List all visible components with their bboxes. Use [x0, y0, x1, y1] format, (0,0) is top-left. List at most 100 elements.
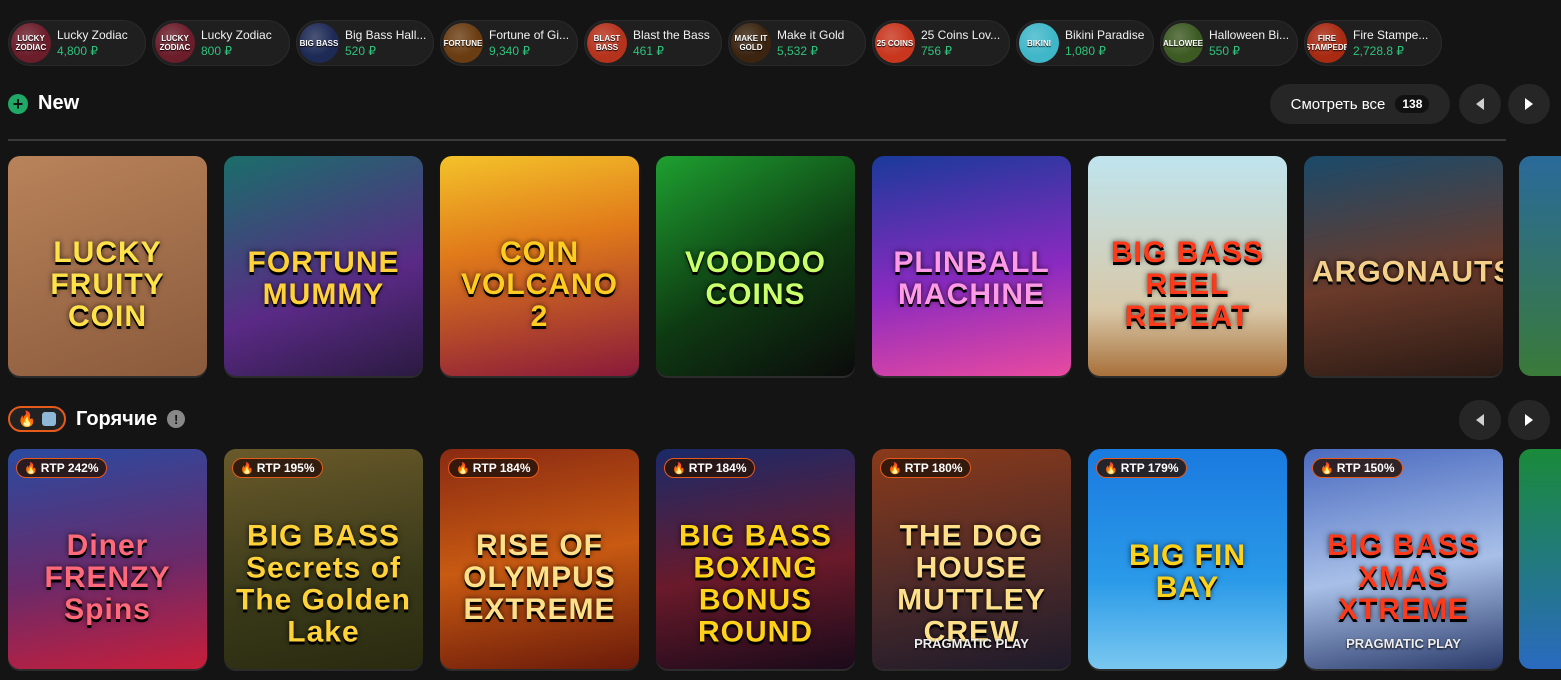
- game-art-title: COIN VOLCANO 2: [461, 236, 618, 334]
- game-card[interactable]: BIG BASS XMAS XTREME 🔥 RTP 150% PRAGMATIC P…: [1304, 449, 1503, 669]
- ticker-win-amount: 520 ₽: [345, 44, 376, 58]
- game-art-title: THE DOG HOUSE MUTTLEY CREW: [897, 519, 1046, 649]
- ticker-item[interactable]: MAKE IT GOLD Make it Gold 5,532 ₽: [728, 20, 866, 66]
- game-card[interactable]: BIG BASS Secrets of The Golden Lake 🔥 RTP …: [224, 449, 423, 669]
- new-next-button[interactable]: [1508, 84, 1550, 124]
- plus-circle-icon: +: [8, 93, 28, 114]
- game-card[interactable]: BIG BASS BOXING BONUS ROUND 🔥 RTP 184%: [656, 449, 855, 669]
- chevron-left-icon: [1476, 414, 1484, 426]
- new-prev-button[interactable]: [1459, 84, 1501, 124]
- ticker-game-name: Lucky Zodiac: [201, 28, 272, 42]
- new-section-header: + New: [8, 92, 79, 115]
- game-art-title: BIG BASS BOXING BONUS ROUND: [678, 519, 833, 649]
- ticker-game-name: 25 Coins Lov...: [921, 28, 1001, 42]
- ticker-item[interactable]: BLAST BASS Blast the Bass 461 ₽: [584, 20, 722, 66]
- game-art-title: LUCKY FRUITY COIN: [50, 236, 165, 334]
- ticker-item[interactable]: BIKINI Bikini Paradise 1,080 ₽: [1016, 20, 1154, 66]
- fire-icon: 🔥: [888, 462, 902, 475]
- ticker-item[interactable]: HALLOWEEN Halloween Bi... 550 ₽: [1160, 20, 1298, 66]
- chevron-right-icon: [1525, 414, 1533, 426]
- game-art-title: BIG BASS XMAS XTREME: [1326, 529, 1481, 627]
- game-thumbnail: 25 COINS: [875, 23, 915, 63]
- game-card[interactable]: PLINBALL MACHINE: [872, 156, 1071, 376]
- ticker-info: Bikini Paradise 1,080 ₽: [1065, 28, 1144, 58]
- ticker-win-amount: 4,800 ₽: [57, 44, 98, 58]
- game-card[interactable]: THE DOG HOUSE MUTTLEY CREW 🔥 RTP 180% PRAGM…: [872, 449, 1071, 669]
- ticker-game-name: Bikini Paradise: [1065, 28, 1145, 42]
- section-divider: [8, 139, 1506, 141]
- fire-icon: 🔥: [456, 462, 470, 475]
- hot-prev-button[interactable]: [1459, 400, 1501, 440]
- ticker-win-amount: 800 ₽: [201, 44, 232, 58]
- rtp-badge: 🔥 RTP 180%: [880, 458, 971, 478]
- recent-wins-ticker: LUCKY ZODIAC Lucky Zodiac 4,800 ₽ LUCKY ZOD…: [8, 20, 1442, 68]
- game-thumbnail: BIKINI: [1019, 23, 1059, 63]
- rtp-value: RTP 184%: [472, 461, 531, 475]
- game-thumbnail: BLAST BASS: [587, 23, 627, 63]
- rtp-badge: 🔥 RTP 184%: [448, 458, 539, 478]
- ticker-game-name: Blast the Bass: [633, 28, 710, 42]
- ticker-item[interactable]: LUCKY ZODIAC Lucky Zodiac 800 ₽: [152, 20, 290, 66]
- game-art-title: FORTUNE MUMMY: [247, 245, 400, 311]
- ticker-game-name: Halloween Bi...: [1209, 28, 1290, 42]
- fire-icon: 🔥: [24, 462, 38, 475]
- hot-games-next-card-peek[interactable]: [1519, 449, 1561, 669]
- fire-icon: 🔥: [1320, 462, 1334, 475]
- game-card[interactable]: BIG FIN BAY 🔥 RTP 179%: [1088, 449, 1287, 669]
- ticker-info: Blast the Bass 461 ₽: [633, 28, 710, 58]
- fire-icon: 🔥: [240, 462, 254, 475]
- game-art-title: BIG BASS Secrets of The Golden Lake: [236, 519, 411, 649]
- game-card[interactable]: ARGONAUTS: [1304, 156, 1503, 376]
- ticker-game-name: Fortune of Gi...: [489, 28, 570, 42]
- ticker-info: Fire Stampe... 2,728.8 ₽: [1353, 28, 1428, 58]
- game-art-title: BIG BASS REEL REPEAT: [1110, 236, 1265, 334]
- ticker-info: Big Bass Hall... 520 ₽: [345, 28, 426, 58]
- section-title-hot: Горячие: [76, 407, 158, 430]
- game-art-title: PLINBALL MACHINE: [893, 245, 1050, 311]
- game-card[interactable]: COIN VOLCANO 2: [440, 156, 639, 376]
- game-thumbnail: HALLOWEEN: [1163, 23, 1203, 63]
- ticker-item[interactable]: 25 COINS 25 Coins Lov... 756 ₽: [872, 20, 1010, 66]
- ticker-item[interactable]: FORTUNE Fortune of Gi... 9,340 ₽: [440, 20, 578, 66]
- ticker-item[interactable]: LUCKY ZODIAC Lucky Zodiac 4,800 ₽: [8, 20, 146, 66]
- game-art-title: Diner FRENZY Spins: [44, 529, 171, 627]
- game-thumbnail: LUCKY ZODIAC: [11, 23, 51, 63]
- game-card[interactable]: RISE OF OLYMPUS EXTREME 🔥 RTP 184%: [440, 449, 639, 669]
- hot-toggle[interactable]: 🔥: [8, 406, 66, 432]
- ticker-win-amount: 461 ₽: [633, 44, 664, 58]
- ticker-win-amount: 550 ₽: [1209, 44, 1240, 58]
- game-thumbnail: MAKE IT GOLD: [731, 23, 771, 63]
- info-icon[interactable]: !: [167, 410, 186, 428]
- rtp-value: RTP 242%: [40, 461, 99, 475]
- see-all-button[interactable]: Смотреть все 138: [1270, 84, 1450, 124]
- ticker-win-amount: 1,080 ₽: [1065, 44, 1106, 58]
- ticker-win-amount: 9,340 ₽: [489, 44, 530, 58]
- ticker-info: Lucky Zodiac 4,800 ₽: [57, 28, 128, 58]
- ticker-game-name: Make it Gold: [777, 28, 845, 42]
- ticker-item[interactable]: BIG BASS Big Bass Hall... 520 ₽: [296, 20, 434, 66]
- ticker-info: 25 Coins Lov... 756 ₽: [921, 28, 1000, 58]
- rtp-value: RTP 184%: [688, 461, 747, 475]
- game-art-title: ARGONAUTS: [1312, 255, 1503, 289]
- game-thumbnail: LUCKY ZODIAC: [155, 23, 195, 63]
- game-art-title: VOODOO COINS: [684, 245, 826, 311]
- rtp-value: RTP 180%: [904, 461, 963, 475]
- hot-next-button[interactable]: [1508, 400, 1550, 440]
- game-card[interactable]: Diner FRENZY Spins 🔥 RTP 242%: [8, 449, 207, 669]
- game-card[interactable]: BIG BASS REEL REPEAT: [1088, 156, 1287, 376]
- ticker-win-amount: 5,532 ₽: [777, 44, 818, 58]
- section-title-new: New: [38, 92, 80, 114]
- chevron-left-icon: [1476, 98, 1484, 110]
- rtp-value: RTP 179%: [1120, 461, 1179, 475]
- new-games-next-card-peek[interactable]: [1519, 156, 1561, 376]
- rtp-badge: 🔥 RTP 242%: [16, 458, 107, 478]
- game-thumbnail: FIRE STAMPEDE: [1307, 23, 1347, 63]
- ticker-win-amount: 756 ₽: [921, 44, 952, 58]
- hot-games-row: Diner FRENZY Spins 🔥 RTP 242% BIG BASS Secr…: [8, 449, 1503, 669]
- ticker-game-name: Fire Stampe...: [1353, 28, 1429, 42]
- ticker-item[interactable]: FIRE STAMPEDE Fire Stampe... 2,728.8 ₽: [1304, 20, 1442, 66]
- game-card[interactable]: FORTUNE MUMMY: [224, 156, 423, 376]
- game-card[interactable]: LUCKY FRUITY COIN: [8, 156, 207, 376]
- see-all-count: 138: [1395, 95, 1430, 113]
- game-card[interactable]: VOODOO COINS: [656, 156, 855, 376]
